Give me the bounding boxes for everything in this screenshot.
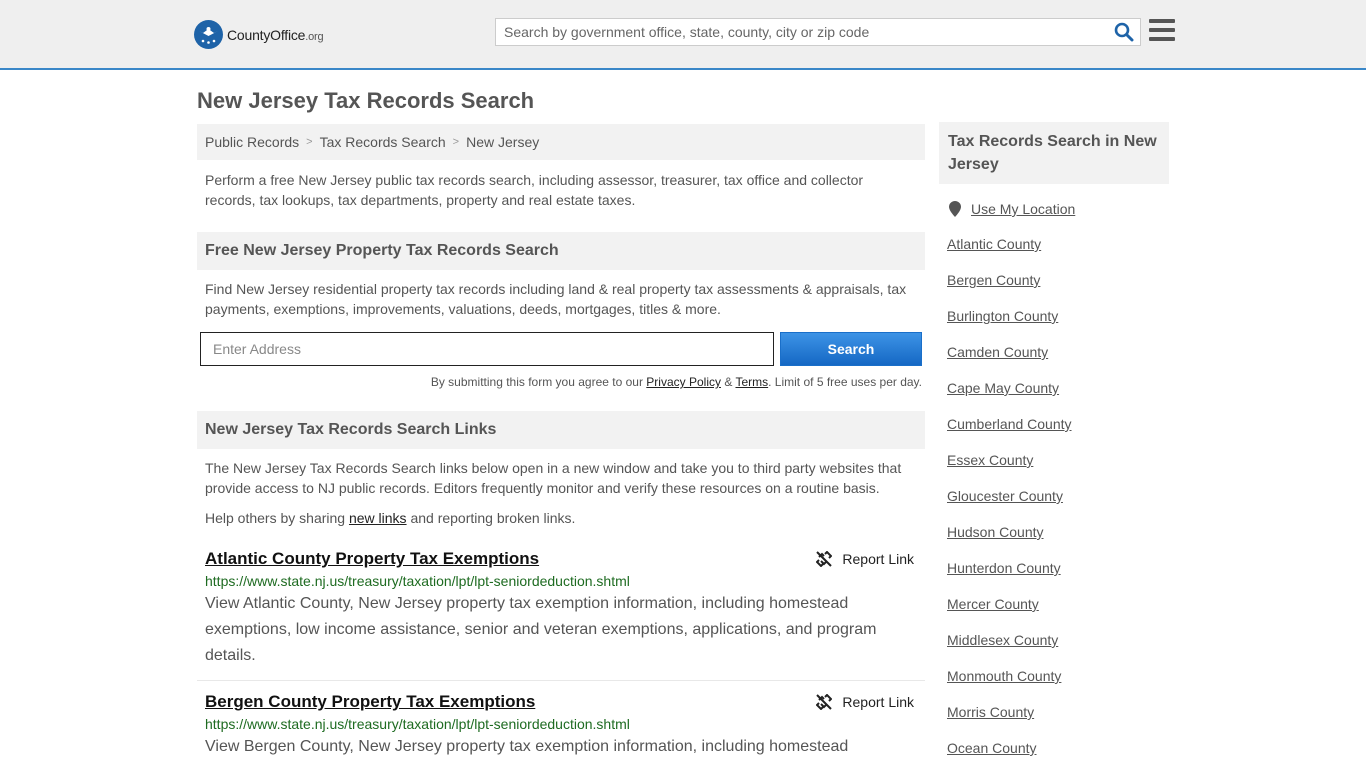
address-search-button[interactable]: Search <box>780 332 922 366</box>
site-logo[interactable]: CountyOffice.org <box>194 20 324 49</box>
report-link-label: Report Link <box>842 694 914 710</box>
hamburger-menu-icon[interactable] <box>1149 19 1175 42</box>
search-icon[interactable] <box>1114 22 1134 42</box>
county-link[interactable]: Bergen County <box>947 272 1040 288</box>
sidebar-heading: Tax Records Search in New Jersey <box>939 122 1169 184</box>
share-prefix: Help others by sharing <box>205 510 346 526</box>
use-my-location-link[interactable]: Use My Location <box>949 201 1075 217</box>
breadcrumb-separator-icon: > <box>452 136 460 148</box>
list-item: Ocean County <box>947 740 1072 776</box>
form-disclaimer: By submitting this form you agree to our… <box>200 375 922 389</box>
list-item: Middlesex County <box>947 632 1072 668</box>
page-title: New Jersey Tax Records Search <box>197 88 535 113</box>
result-title-link[interactable]: Atlantic County Property Tax Exemptions <box>205 549 917 569</box>
list-item: Cape May County <box>947 380 1072 416</box>
share-suffix: and reporting broken links. <box>410 510 576 526</box>
list-item: Cumberland County <box>947 416 1072 452</box>
result-url: https://www.state.nj.us/treasury/taxatio… <box>205 716 630 732</box>
county-link[interactable]: Camden County <box>947 344 1048 360</box>
new-links-link[interactable]: new links <box>349 510 407 526</box>
result-item: Atlantic County Property Tax Exemptions … <box>205 549 917 669</box>
list-item: Essex County <box>947 452 1072 488</box>
list-item: Burlington County <box>947 308 1072 344</box>
address-input[interactable] <box>201 333 773 365</box>
intro-text: Perform a free New Jersey public tax rec… <box>205 172 864 208</box>
breadcrumb-item-public-records[interactable]: Public Records <box>205 134 299 150</box>
county-link[interactable]: Monmouth County <box>947 668 1061 684</box>
property-search-heading: Free New Jersey Property Tax Records Sea… <box>197 232 925 270</box>
property-search-description: Find New Jersey residential property tax… <box>205 281 907 317</box>
county-link[interactable]: Cape May County <box>947 380 1059 396</box>
logo-suffix: .org <box>305 30 324 43</box>
site-search-input[interactable] <box>496 19 1096 45</box>
report-link-button[interactable]: Report Link <box>816 694 914 710</box>
list-item: Bergen County <box>947 272 1072 308</box>
list-item: Atlantic County <box>947 236 1072 272</box>
list-item: Mercer County <box>947 596 1072 632</box>
list-item: Hudson County <box>947 524 1072 560</box>
county-link[interactable]: Mercer County <box>947 596 1039 612</box>
use-my-location-label: Use My Location <box>971 201 1076 217</box>
county-link[interactable]: Hudson County <box>947 524 1044 540</box>
list-item: Hunterdon County <box>947 560 1072 596</box>
list-item: Gloucester County <box>947 488 1072 524</box>
county-link[interactable]: Essex County <box>947 452 1033 468</box>
site-search <box>495 18 1141 46</box>
broken-link-icon <box>816 694 833 710</box>
result-item: Bergen County Property Tax Exemptions ht… <box>205 692 917 760</box>
result-description: View Bergen County, New Jersey property … <box>205 738 849 755</box>
privacy-policy-link[interactable]: Privacy Policy <box>646 375 721 389</box>
breadcrumb: Public Records > Tax Records Search > Ne… <box>197 124 925 160</box>
result-title-link[interactable]: Bergen County Property Tax Exemptions <box>205 692 917 712</box>
breadcrumb-item-tax-records-search[interactable]: Tax Records Search <box>320 134 446 150</box>
county-link[interactable]: Middlesex County <box>947 632 1058 648</box>
eagle-logo-icon <box>194 20 223 49</box>
report-link-button[interactable]: Report Link <box>816 551 914 567</box>
breadcrumb-item-new-jersey: New Jersey <box>466 134 540 150</box>
county-link[interactable]: Burlington County <box>947 308 1058 324</box>
map-pin-icon <box>949 201 961 217</box>
report-link-label: Report Link <box>842 551 914 567</box>
disclaimer-ampersand: & <box>724 375 733 389</box>
broken-link-icon <box>816 551 833 567</box>
county-list: Atlantic County Bergen County Burlington… <box>947 236 1072 776</box>
address-field <box>200 332 774 366</box>
disclaimer-prefix: By submitting this form you agree to our <box>430 375 643 389</box>
county-link[interactable]: Atlantic County <box>947 236 1041 252</box>
breadcrumb-separator-icon: > <box>306 136 313 148</box>
links-section-description: The New Jersey Tax Records Search links … <box>205 460 902 496</box>
result-url: https://www.state.nj.us/treasury/taxatio… <box>205 573 630 589</box>
county-link[interactable]: Hunterdon County <box>947 560 1061 576</box>
links-section-heading: New Jersey Tax Records Search Links <box>197 411 925 449</box>
list-item: Morris County <box>947 704 1072 740</box>
disclaimer-suffix: . Limit of 5 free uses per day. <box>768 375 922 389</box>
site-header: CountyOffice.org <box>0 0 1366 70</box>
county-link[interactable]: Cumberland County <box>947 416 1072 432</box>
list-item: Camden County <box>947 344 1072 380</box>
county-link[interactable]: Gloucester County <box>947 488 1063 504</box>
result-divider <box>197 680 925 681</box>
share-links-text: Help others by sharing new links and rep… <box>205 508 917 528</box>
list-item: Monmouth County <box>947 668 1072 704</box>
result-description: View Atlantic County, New Jersey propert… <box>205 595 877 664</box>
county-link[interactable]: Ocean County <box>947 740 1037 756</box>
county-link[interactable]: Morris County <box>947 704 1034 720</box>
terms-link[interactable]: Terms <box>735 375 768 389</box>
logo-text: CountyOffice <box>227 26 306 43</box>
